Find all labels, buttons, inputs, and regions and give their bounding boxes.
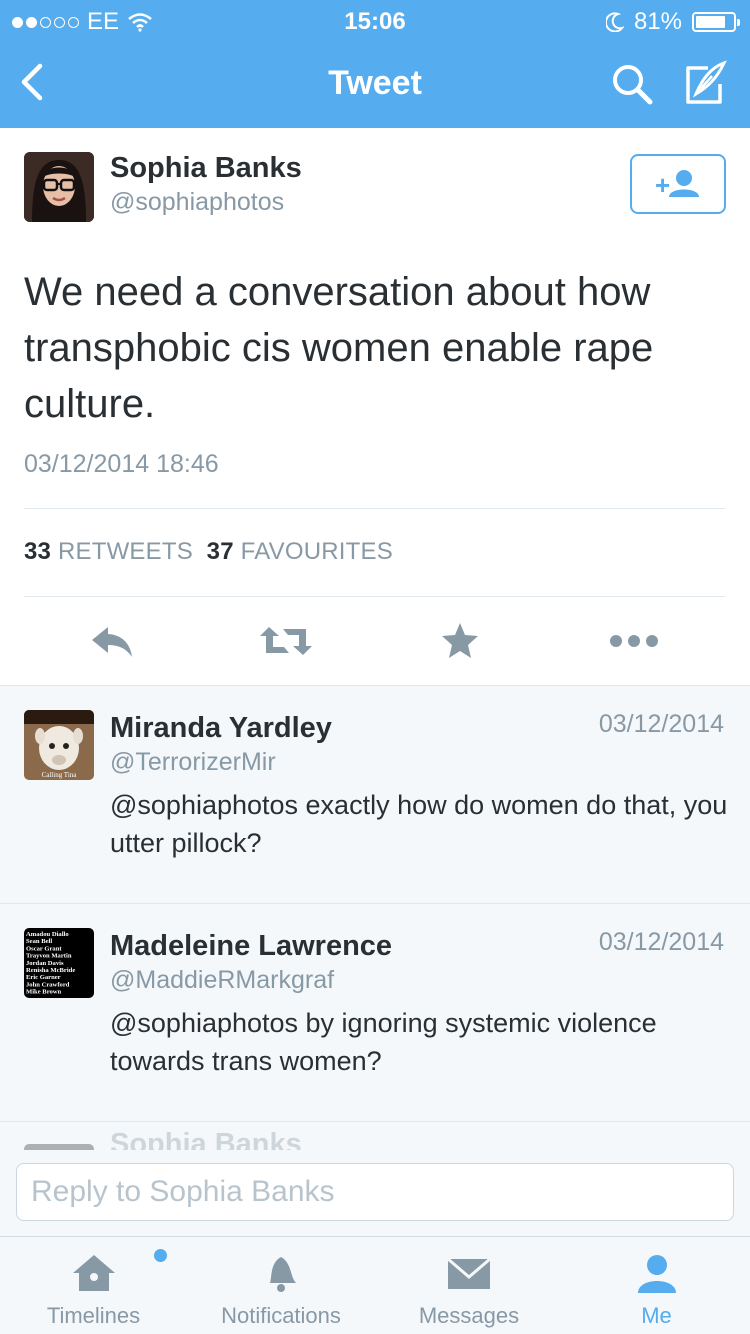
divider	[24, 508, 725, 509]
author-handle[interactable]: @sophiaphotos	[110, 188, 284, 217]
tab-messages[interactable]: Messages	[375, 1237, 563, 1334]
retweets-count[interactable]: 33	[24, 538, 51, 565]
avatar-name-line: Sean Bell	[26, 938, 52, 945]
svg-text:+: +	[655, 170, 670, 200]
svg-text:Calling Tina: Calling Tina	[42, 771, 78, 779]
more-icon	[610, 635, 658, 647]
tab-me[interactable]: Me	[563, 1237, 750, 1334]
reply-item[interactable]: Calling Tina Miranda Yardley @Terrorizer…	[0, 686, 750, 904]
author-name[interactable]: Sophia Banks	[110, 152, 302, 185]
reply-author-name[interactable]: Madeleine Lawrence	[110, 930, 392, 963]
divider	[24, 596, 725, 597]
reply-author-name[interactable]: Miranda Yardley	[110, 712, 332, 745]
retweet-button[interactable]	[256, 613, 316, 669]
reply-author-handle[interactable]: @MaddieRMarkgraf	[110, 966, 334, 995]
status-bar: EE 15:06 81%	[0, 0, 750, 40]
battery-percent: 81%	[633, 8, 682, 35]
person-icon	[637, 1255, 676, 1293]
reply-bar	[0, 1150, 750, 1236]
header: EE 15:06 81% Tweet	[0, 0, 750, 128]
avatar[interactable]: Amadou Diallo Sean Bell Oscar Grant Trayvon…	[24, 928, 94, 998]
search-icon[interactable]	[610, 62, 654, 106]
battery-icon	[692, 12, 740, 32]
avatar-name-line: Amadou Diallo	[26, 931, 69, 938]
reply-author-handle[interactable]: @TerrorizerMir	[110, 748, 276, 777]
reply-date: 03/12/2014	[598, 710, 724, 738]
new-items-badge	[154, 1249, 167, 1262]
tab-notifications[interactable]: Notifications	[187, 1237, 375, 1334]
avatar-name-line: Eric Garner	[26, 974, 61, 981]
tab-label: Me	[641, 1303, 672, 1328]
retweets-label[interactable]: RETWEETS	[58, 538, 193, 565]
tweet-stats: 33 RETWEETS 37 FAVOURITES	[24, 538, 393, 566]
tab-bar: Timelines Notifications Messages Me	[0, 1236, 750, 1334]
tweet-actions	[0, 613, 750, 673]
reply-input[interactable]	[16, 1163, 734, 1221]
avatar[interactable]	[24, 152, 94, 222]
bell-icon	[270, 1257, 296, 1292]
tab-label: Messages	[418, 1303, 520, 1328]
tab-label: Notifications	[221, 1303, 341, 1328]
reply-text: @sophiaphotos by ignoring systemic viole…	[110, 1008, 657, 1076]
reply-button[interactable]	[82, 613, 142, 669]
retweet-icon	[260, 627, 312, 655]
reply-icon	[92, 627, 132, 657]
home-icon	[72, 1255, 115, 1291]
follow-button[interactable]: +	[630, 154, 726, 214]
add-user-icon: +	[655, 170, 699, 200]
compose-icon[interactable]	[682, 60, 728, 106]
tweet-text: We need a conversation about how transph…	[24, 270, 654, 426]
avatar-name-line: Renisha McBride	[26, 967, 75, 974]
moon-icon	[605, 12, 624, 32]
favourites-label[interactable]: FAVOURITES	[241, 538, 393, 565]
star-icon	[442, 623, 478, 658]
avatar-name-line: Jordan Davis	[26, 960, 64, 967]
tab-label: Timelines	[46, 1303, 141, 1328]
reply-item[interactable]: Amadou Diallo Sean Bell Oscar Grant Trayvon…	[0, 904, 750, 1122]
favourites-count[interactable]: 37	[207, 538, 234, 565]
avatar-name-line: Mike Brown	[26, 989, 62, 996]
reply-text: @sophiaphotos exactly how do women do th…	[110, 790, 728, 858]
replies-list: Calling Tina Miranda Yardley @Terrorizer…	[0, 685, 750, 1156]
favourite-button[interactable]	[430, 613, 490, 669]
tab-timelines[interactable]: Timelines	[0, 1237, 187, 1334]
avatar-name-line: Oscar Grant	[26, 945, 62, 952]
envelope-icon	[447, 1257, 491, 1289]
reply-date: 03/12/2014	[598, 928, 724, 956]
avatar-name-line: John Crawford	[26, 981, 70, 988]
tweet-timestamp: 03/12/2014 18:46	[24, 450, 219, 478]
avatar[interactable]: Calling Tina	[24, 710, 94, 780]
main-tweet: Sophia Banks @sophiaphotos + We need a c…	[0, 128, 750, 685]
more-button[interactable]	[604, 613, 664, 669]
avatar-name-line: Trayvon Martin	[26, 953, 72, 960]
